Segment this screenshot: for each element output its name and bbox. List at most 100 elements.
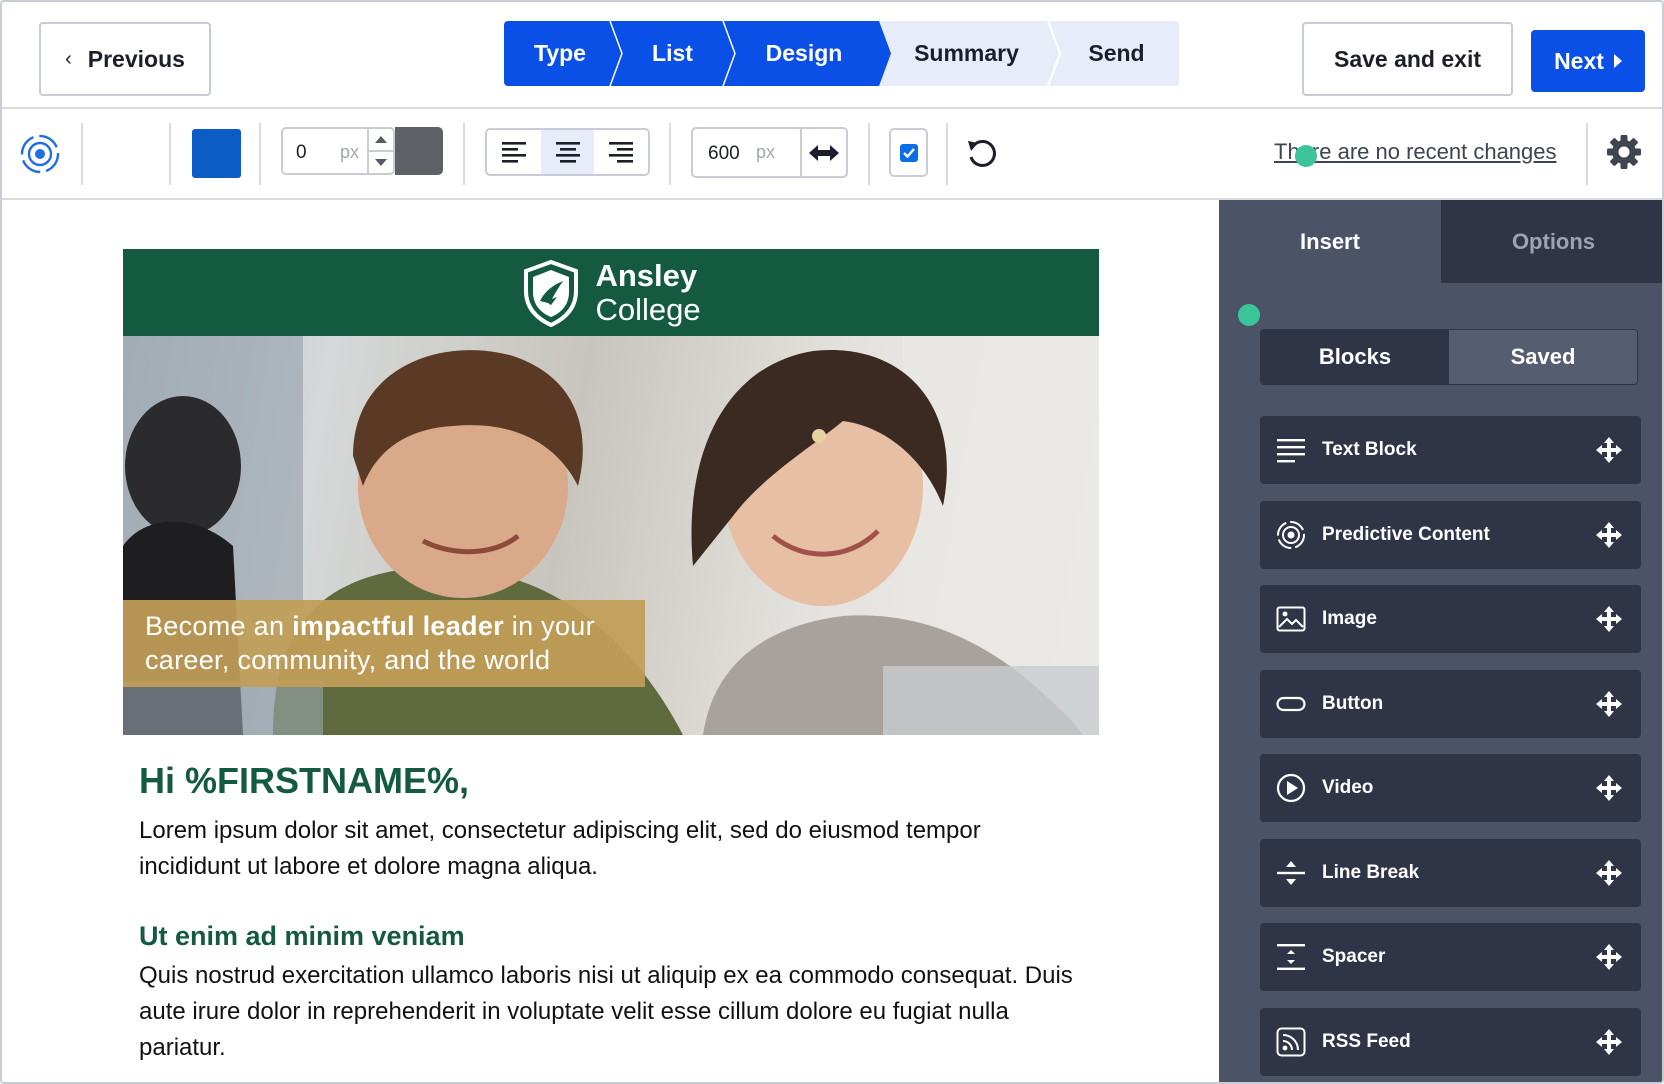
button-pill-icon <box>1276 696 1306 711</box>
email-greeting[interactable]: Hi %FIRSTNAME%, <box>139 761 1099 801</box>
brand-name-line1: Ansley <box>595 258 698 293</box>
predictive-target-icon <box>1277 520 1305 549</box>
chevron-left-icon: ‹ <box>65 47 72 70</box>
wizard-steps: Type List Design Summary Send <box>504 21 1179 86</box>
drag-move-icon[interactable] <box>1595 774 1623 802</box>
step-label: Send <box>1088 40 1145 66</box>
step-label: Design <box>765 40 843 66</box>
block-rss-feed[interactable]: RSS Feed <box>1260 1007 1641 1076</box>
subtab-blocks[interactable]: Blocks <box>1261 330 1449 384</box>
drag-move-icon[interactable] <box>1595 1028 1623 1056</box>
drag-move-icon[interactable] <box>1595 605 1623 633</box>
previous-button[interactable]: ‹ Previous <box>39 22 211 96</box>
subtab-saved[interactable]: Saved <box>1449 330 1637 384</box>
save-and-exit-label: Save and exit <box>1333 45 1482 72</box>
drag-move-icon[interactable] <box>1595 943 1623 971</box>
block-label: Spacer <box>1322 946 1386 967</box>
drag-move-icon[interactable] <box>1595 690 1623 718</box>
caption-bold: impactful leader <box>292 611 504 641</box>
play-circle-icon <box>1276 773 1306 803</box>
brand-name-line2: College <box>595 292 701 327</box>
toolbar-divider <box>259 123 261 185</box>
background-color-swatch[interactable] <box>192 129 241 178</box>
predictive-target-icon[interactable] <box>19 133 61 175</box>
block-line-break[interactable]: Line Break <box>1260 838 1641 907</box>
step-list[interactable]: List <box>616 21 736 86</box>
caret-right-icon <box>1613 54 1622 68</box>
border-width-stepper[interactable]: 0 px <box>281 127 395 175</box>
hotspot-indicator[interactable] <box>1295 145 1317 167</box>
block-spacer[interactable]: Spacer <box>1260 923 1641 991</box>
step-separator <box>604 21 623 86</box>
hero-image[interactable]: Become an impactful leader in your caree… <box>123 336 1099 735</box>
block-label: Line Break <box>1322 861 1420 883</box>
increment-arrow-icon[interactable] <box>375 136 387 143</box>
step-separator <box>867 21 891 86</box>
step-separator <box>1047 21 1062 86</box>
tab-label: Options <box>1511 228 1596 254</box>
previous-label: Previous <box>87 45 185 72</box>
step-design[interactable]: Design <box>729 21 891 86</box>
gear-icon[interactable] <box>1605 133 1643 171</box>
block-image[interactable]: Image <box>1260 585 1641 653</box>
decrement-arrow-icon[interactable] <box>375 159 387 166</box>
email-paragraph-1[interactable]: Lorem ipsum dolor sit amet, consectetur … <box>139 813 1079 885</box>
show-border-checkbox[interactable] <box>889 128 928 177</box>
image-icon <box>1276 606 1306 632</box>
tab-options[interactable]: Options <box>1441 200 1662 283</box>
tab-label: Insert <box>1300 228 1360 254</box>
email-subheading[interactable]: Ut enim ad minim veniam <box>139 921 1099 952</box>
email-canvas[interactable]: Ansley College Become an impactful leade… <box>2 200 1219 1082</box>
block-predictive-content[interactable]: Predictive Content <box>1260 500 1641 569</box>
panel-tabs: Insert Options <box>1219 200 1662 283</box>
step-summary[interactable]: Summary <box>879 21 1062 86</box>
checkmark-icon <box>899 143 918 162</box>
drag-move-icon[interactable] <box>1595 521 1623 549</box>
block-text[interactable]: Text Block <box>1260 416 1641 484</box>
border-width-unit: px <box>340 142 360 162</box>
step-type[interactable]: Type <box>504 21 623 86</box>
undo-icon[interactable] <box>965 137 999 171</box>
email-header-bar[interactable]: Ansley College <box>123 249 1099 336</box>
next-button[interactable]: Next <box>1531 30 1645 92</box>
align-center-button[interactable] <box>540 130 595 174</box>
rss-icon <box>1276 1027 1306 1056</box>
step-send[interactable]: Send <box>1054 21 1179 86</box>
block-button[interactable]: Button <box>1260 669 1641 738</box>
step-label: List <box>652 40 693 66</box>
block-video[interactable]: Video <box>1260 754 1641 822</box>
hotspot-indicator[interactable] <box>1238 304 1260 326</box>
tab-insert[interactable]: Insert <box>1219 200 1441 283</box>
block-label: Image <box>1322 608 1377 629</box>
step-label: Type <box>534 40 586 66</box>
spacer-icon <box>1277 944 1305 970</box>
save-and-exit-button[interactable]: Save and exit <box>1302 22 1513 96</box>
block-list: Text Block Predictive Content Image Butt… <box>1260 416 1641 1082</box>
toolbar-divider <box>1586 123 1588 185</box>
align-right-icon <box>609 142 634 163</box>
drag-move-icon[interactable] <box>1595 859 1623 887</box>
border-width-value: 0 <box>296 142 307 163</box>
text-lines-icon <box>1277 439 1305 463</box>
content-width-unit: px <box>756 142 776 162</box>
align-center-icon <box>555 142 580 163</box>
toolbar-divider <box>868 123 870 185</box>
caption-pre: Become an <box>145 611 293 641</box>
toolbar-divider <box>946 123 948 185</box>
border-color-swatch[interactable] <box>395 127 443 175</box>
align-right-button[interactable] <box>594 130 648 174</box>
drag-move-icon[interactable] <box>1595 436 1623 464</box>
wizard-header: ‹ Previous Type List Design Summary Send <box>2 2 1662 109</box>
full-width-toggle-button[interactable] <box>800 127 848 178</box>
hero-caption: Become an impactful leader in your caree… <box>123 600 645 687</box>
step-label: Summary <box>914 40 1019 66</box>
college-wordmark: Ansley College <box>595 260 700 325</box>
stepper-divider <box>369 150 393 152</box>
toolbar-divider <box>81 123 83 185</box>
align-left-button[interactable] <box>487 130 541 174</box>
email-paragraph-2[interactable]: Quis nostrud exercitation ullamco labori… <box>139 958 1079 1066</box>
toolbar-divider <box>669 123 671 185</box>
email-template: Ansley College Become an impactful leade… <box>123 249 1099 1066</box>
next-label: Next <box>1554 47 1604 74</box>
stepper-arrows[interactable] <box>367 129 393 173</box>
